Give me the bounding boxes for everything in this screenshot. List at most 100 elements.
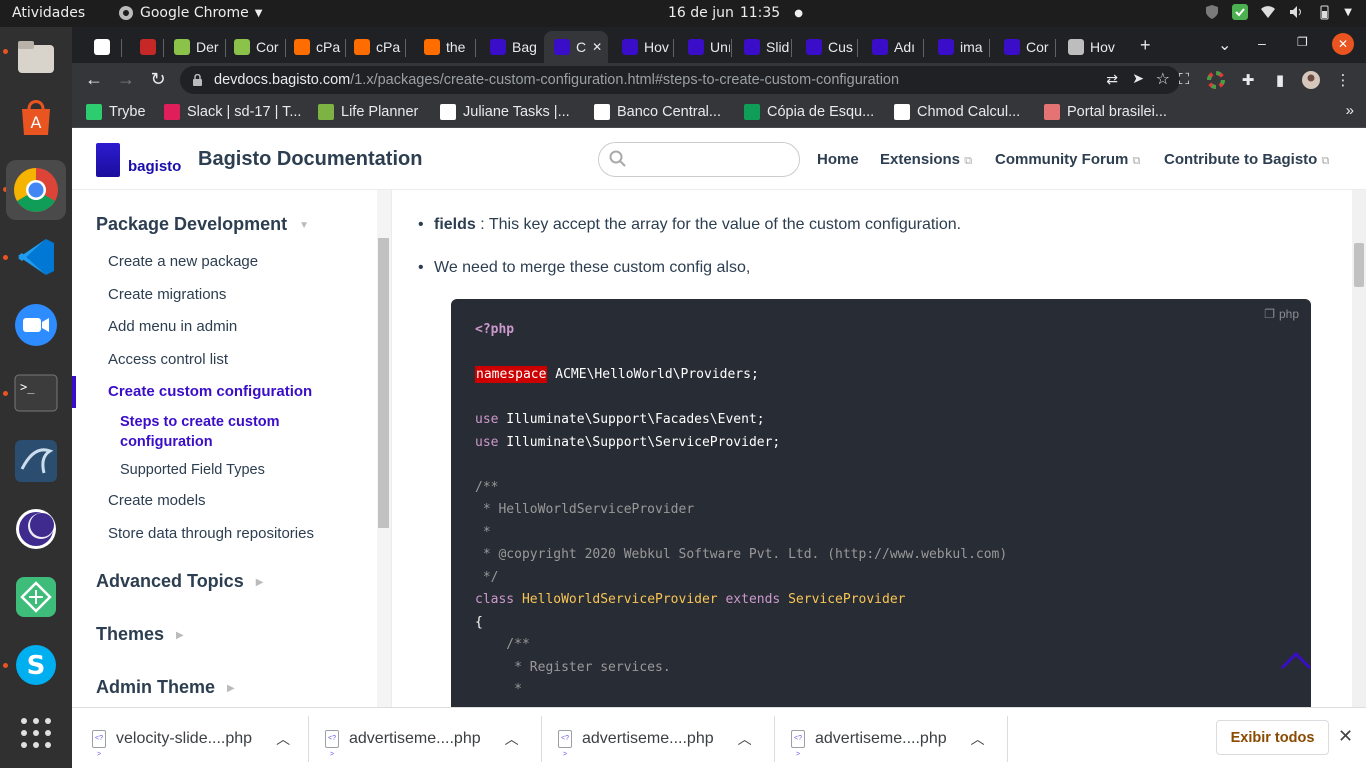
tab-8[interactable]: C ✕ [544, 31, 608, 63]
sidebar-scrollbar-thumb[interactable] [378, 238, 389, 528]
bookmark-item[interactable]: Life Planner [318, 104, 418, 120]
clock[interactable]: 16 de jun 11:35 ● [668, 5, 803, 21]
skype-icon[interactable]: S [12, 641, 60, 689]
section-label: Admin Theme [96, 677, 216, 697]
nav-contribute[interactable]: Contribute to Bagisto ⧉ [1164, 151, 1329, 168]
tab-15[interactable]: Cor [994, 31, 1054, 63]
activities-button[interactable]: Atividades [12, 5, 85, 21]
close-icon[interactable]: ✕ [1338, 726, 1353, 747]
sidebar-link-create-models[interactable]: Create models [108, 492, 206, 509]
more-bookmarks-icon[interactable]: » [1346, 102, 1354, 119]
back-to-top-chevron-icon[interactable] [1280, 650, 1312, 670]
sidebar-section-package-development[interactable]: Package Development ▼ [96, 214, 309, 235]
tab-2[interactable]: Der [164, 31, 224, 63]
zoom-icon[interactable] [12, 301, 60, 349]
sidebar-sub-steps[interactable]: Steps to create custom configuration [120, 412, 300, 452]
download-item[interactable]: <?> advertiseme....php ︿ [791, 708, 985, 768]
sidebar-section-advanced-topics[interactable]: Advanced Topics ▶ [96, 571, 263, 592]
tab-1[interactable] [130, 31, 162, 63]
reload-icon[interactable]: ↻ [146, 69, 170, 90]
new-tab-plus-icon[interactable]: + [1140, 35, 1151, 56]
sidebar-link-acl[interactable]: Access control list [108, 351, 228, 368]
chevron-up-icon[interactable]: ︿ [971, 729, 985, 749]
sidebar-sub-field-types[interactable]: Supported Field Types [120, 462, 265, 478]
minimize-icon[interactable]: – [1258, 35, 1266, 51]
tab-16[interactable]: Hov [1058, 31, 1120, 63]
nav-home[interactable]: Home [817, 151, 859, 168]
bookmark-item[interactable]: Juliane Tasks |... [440, 104, 570, 120]
chevron-up-icon[interactable]: ︿ [505, 729, 519, 749]
bookmark-item[interactable]: Slack | sd-17 | T... [164, 104, 301, 120]
sidebar-section-themes[interactable]: Themes ▶ [96, 624, 184, 645]
tab-0[interactable] [84, 31, 120, 63]
app-menu[interactable]: Google Chrome ▼ [118, 5, 262, 21]
code-class-name: HelloWorldServiceProvider [514, 592, 726, 607]
bookmark-item[interactable]: Banco Central... [594, 104, 721, 120]
download-item[interactable]: <?> advertiseme....php ︿ [325, 708, 519, 768]
tab-13[interactable]: Adı [862, 31, 922, 63]
sidebar-link-create-migrations[interactable]: Create migrations [108, 286, 226, 303]
side-panel-icon[interactable]: ▮ [1271, 71, 1289, 89]
files-icon[interactable] [12, 33, 60, 81]
search-input[interactable] [598, 142, 800, 177]
show-all-downloads-button[interactable]: Exibir todos [1216, 720, 1329, 755]
extensions-puzzle-icon[interactable]: ✚ [1239, 71, 1257, 89]
screenshot-icon[interactable]: ⛶ [1175, 71, 1193, 89]
more-menu-icon[interactable]: ⋮ [1334, 71, 1352, 89]
vscode-icon[interactable] [12, 233, 60, 281]
chevron-up-icon[interactable]: ︿ [738, 729, 752, 749]
maximize-icon[interactable]: ❐ [1297, 35, 1308, 49]
tab-favicon-icon [174, 39, 190, 55]
section-label: Themes [96, 624, 165, 644]
bookmark-item[interactable]: Chmod Calcul... [894, 104, 1020, 120]
bookmark-item[interactable]: Portal brasilei... [1044, 104, 1167, 120]
tab-9[interactable]: Hov [612, 31, 672, 63]
bagisto-logo[interactable]: bagisto [96, 143, 181, 177]
mysql-workbench-icon[interactable] [12, 437, 60, 485]
sidebar-link-create-package[interactable]: Create a new package [108, 253, 258, 270]
page-scrollbar-thumb[interactable] [1354, 243, 1364, 287]
nav-extensions[interactable]: Extensions ⧉ [880, 151, 972, 168]
code-line: { [475, 614, 483, 630]
tab-4[interactable]: cPa [284, 31, 344, 63]
forward-arrow-icon[interactable]: → [114, 69, 138, 90]
tab-12[interactable]: Cus [796, 31, 856, 63]
bookmark-item[interactable]: Cópia de Esqu... [744, 104, 874, 120]
sidebar-link-custom-configuration[interactable]: Create custom configuration [108, 383, 312, 400]
profile-avatar[interactable] [1302, 71, 1320, 89]
tab-3[interactable]: Cor [224, 31, 284, 63]
address-bar[interactable]: devdocs.bagisto.com/1.x/packages/create-… [180, 66, 1180, 94]
copy-icon[interactable]: ❐ [1264, 307, 1275, 321]
tab-search-chevron-icon[interactable]: ⌄ [1218, 35, 1231, 55]
system-tray[interactable]: ▼ [1204, 4, 1352, 20]
code-editor-icon[interactable] [12, 573, 60, 621]
tab-6[interactable]: the [414, 31, 474, 63]
terminal-icon[interactable]: >_ [12, 369, 60, 417]
tab-11[interactable]: Slid [734, 31, 790, 63]
show-apps-grid-icon[interactable] [12, 709, 60, 757]
chevron-up-icon[interactable]: ︿ [276, 729, 290, 749]
site-title[interactable]: Bagisto Documentation [198, 148, 422, 171]
tab-5[interactable]: cPa [344, 31, 404, 63]
software-store-icon[interactable]: A [12, 93, 60, 141]
star-bookmark-icon[interactable]: ☆ [1156, 69, 1170, 89]
eclipse-icon[interactable] [12, 505, 60, 553]
code-comment: * [475, 524, 491, 540]
color-picker-extension-icon[interactable] [1207, 71, 1225, 89]
download-item[interactable]: <?> velocity-slide....php ︿ [92, 708, 290, 768]
sidebar-section-admin-theme[interactable]: Admin Theme ▶ [96, 677, 235, 698]
chrome-icon[interactable] [6, 160, 66, 220]
window-close-icon[interactable]: ✕ [1332, 33, 1354, 55]
tab-close-icon[interactable]: ✕ [592, 40, 602, 54]
tab-14[interactable]: ima [928, 31, 988, 63]
back-arrow-icon[interactable]: ← [82, 69, 106, 90]
sidebar-link-add-menu[interactable]: Add menu in admin [108, 318, 237, 335]
tab-10[interactable]: Unı [678, 31, 730, 63]
download-item[interactable]: <?> advertiseme....php ︿ [558, 708, 752, 768]
send-icon[interactable]: ➤ [1132, 70, 1144, 87]
tab-7[interactable]: Bag [480, 31, 540, 63]
nav-community-forum[interactable]: Community Forum ⧉ [995, 151, 1140, 168]
sidebar-link-repositories[interactable]: Store data through repositories [108, 525, 314, 542]
translate-icon[interactable]: ⇄ [1106, 71, 1118, 88]
bookmark-item[interactable]: Trybe [86, 104, 146, 120]
